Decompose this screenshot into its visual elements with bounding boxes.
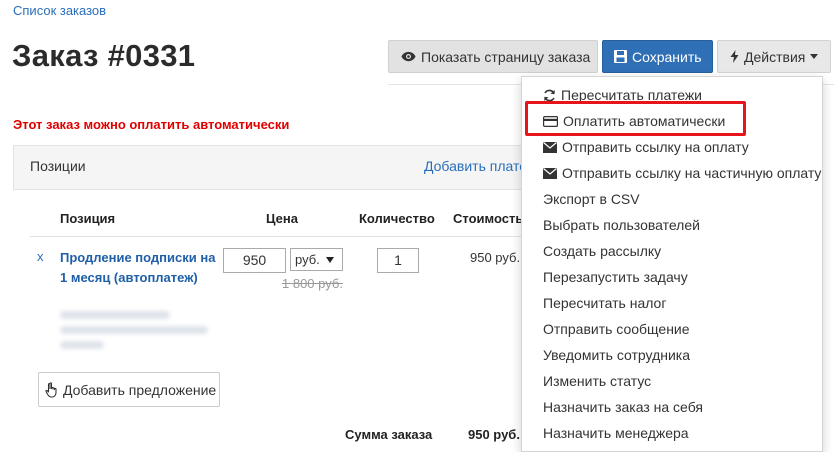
menu-item-label: Назначить заказ на себя [543,399,703,415]
show-order-page-button[interactable]: Показать страницу заказа [388,40,598,73]
menu-item-label: Пересчитать налог [543,295,667,311]
column-header-position: Позиция [60,211,116,226]
hand-pointer-icon [45,381,57,398]
eye-icon [401,51,416,62]
refresh-icon [544,89,555,101]
order-sum-value: 950 руб. [468,427,520,442]
price-input[interactable]: 950 [223,248,286,273]
blurred-description [60,341,104,349]
menu-item-recalculate-payments[interactable]: Пересчитать платежи [543,87,702,103]
currency-value: руб. [295,252,320,267]
menu-item-label: Пересчитать платежи [561,87,703,103]
column-header-price: Цена [266,211,298,226]
column-header-quantity: Количество [359,211,435,226]
actions-label: Действия [744,48,806,65]
menu-item-pay-automatically[interactable]: Оплатить автоматически [543,113,725,129]
menu-item-label: Назначить менеджера [543,425,689,441]
table-header-divider [30,236,570,237]
envelope-icon [543,141,557,153]
menu-item-assign-to-self[interactable]: Назначить заказ на себя [543,399,703,415]
menu-item-label: Выбрать пользователей [543,217,700,233]
menu-item-label: Оплатить автоматически [563,113,726,129]
menu-item-label: Отправить ссылку на оплату [562,139,749,155]
blurred-description [60,326,208,334]
currency-select[interactable]: руб. [290,248,343,271]
add-payment-link[interactable]: Добавить плате [424,158,527,174]
menu-item-change-status[interactable]: Изменить статус [543,373,651,389]
menu-item-label: Изменить статус [543,373,652,389]
menu-item-label: Перезапустить задачу [543,269,688,285]
positions-panel-header: Позиции Добавить плате [13,145,573,190]
menu-item-create-mailing[interactable]: Создать рассылку [543,243,661,259]
triangle-down-icon [325,256,334,263]
save-button[interactable]: Сохранить [602,40,713,73]
old-price: 1 800 руб. [282,276,343,291]
menu-item-assign-manager[interactable]: Назначить менеджера [543,425,689,441]
menu-item-send-message[interactable]: Отправить сообщение [543,321,690,337]
save-label: Сохранить [632,48,702,65]
blurred-description [60,311,170,319]
menu-item-recalculate-tax[interactable]: Пересчитать налог [543,295,666,311]
page-title: Заказ #0331 [12,38,196,73]
positions-title: Позиции [30,158,86,174]
item-total: 950 руб. [470,250,521,265]
breadcrumb-orders-list[interactable]: Список заказов [13,3,106,18]
menu-item-label: Уведомить сотрудника [543,347,691,363]
floppy-disk-icon [614,50,627,63]
add-offer-button[interactable]: Добавить предложение [38,372,220,407]
caret-down-icon [810,54,819,59]
auto-pay-notice: Этот заказ можно оплатить автоматически [13,117,290,132]
menu-item-label: Создать рассылку [543,243,662,259]
show-order-page-label: Показать страницу заказа [421,48,591,65]
actions-dropdown-menu: Пересчитать платежи Оплатить автоматичес… [521,76,823,452]
menu-item-send-partial-payment-link[interactable]: Отправить ссылку на частичную оплату [543,165,821,181]
menu-item-send-payment-link[interactable]: Отправить ссылку на оплату [543,139,749,155]
menu-item-label: Экспорт в CSV [543,191,640,207]
column-header-cost: Стоимость [453,211,524,226]
credit-card-icon [543,115,558,127]
product-name-link[interactable]: Продление подписки на 1 месяц (автоплате… [60,248,220,288]
order-sum-label: Сумма заказа [345,427,433,442]
actions-dropdown-button[interactable]: Действия [717,40,831,73]
quantity-input[interactable]: 1 [377,248,419,273]
add-offer-label: Добавить предложение [63,381,217,398]
menu-item-restart-task[interactable]: Перезапустить задачу [543,269,688,285]
menu-item-export-csv[interactable]: Экспорт в CSV [543,191,640,207]
bolt-icon [730,50,739,63]
remove-item-button[interactable]: x [37,249,44,264]
menu-item-select-users[interactable]: Выбрать пользователей [543,217,700,233]
menu-item-label: Отправить сообщение [543,321,690,337]
envelope-icon [543,167,557,179]
menu-item-label: Отправить ссылку на частичную оплату [562,165,822,181]
menu-item-notify-employee[interactable]: Уведомить сотрудника [543,347,690,363]
